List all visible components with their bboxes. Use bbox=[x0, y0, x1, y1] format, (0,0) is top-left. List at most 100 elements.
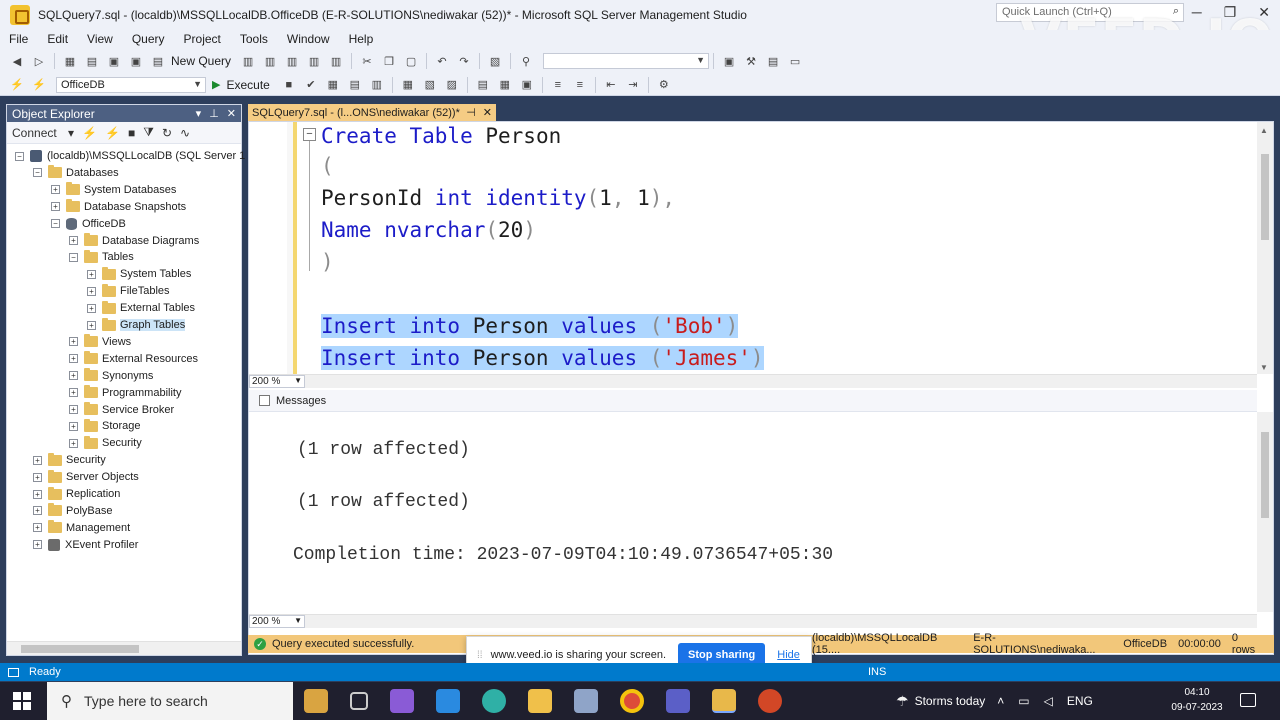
tree-node[interactable]: − Tables bbox=[69, 249, 134, 265]
database-select[interactable]: OfficeDB ▼ bbox=[56, 76, 206, 93]
query-mdx-icon[interactable]: ▥ bbox=[263, 54, 277, 68]
forward-icon[interactable]: ▷ bbox=[32, 54, 46, 68]
tree-node[interactable]: − Databases bbox=[33, 165, 119, 181]
include-plan-icon[interactable]: ▦ bbox=[401, 78, 415, 92]
expand-icon[interactable]: + bbox=[51, 185, 60, 195]
language-indicator[interactable]: ENG bbox=[1067, 694, 1093, 708]
tree-node[interactable]: + XEvent Profiler bbox=[33, 537, 138, 553]
cut-icon[interactable]: ✂ bbox=[360, 54, 374, 68]
activity-icon[interactable]: ∿ bbox=[180, 126, 190, 140]
volume-icon[interactable]: ◁ bbox=[1044, 694, 1053, 708]
results-grid-icon[interactable]: ▦ bbox=[498, 78, 512, 92]
tree-node[interactable]: + External Tables bbox=[87, 300, 195, 316]
scrollbar-thumb[interactable] bbox=[1261, 432, 1269, 518]
menu-help[interactable]: Help bbox=[349, 32, 374, 46]
tree-node[interactable]: + Database Snapshots bbox=[51, 199, 186, 215]
drag-handle-icon[interactable]: ⁞⁞ bbox=[477, 650, 483, 661]
network-app-icon[interactable] bbox=[574, 689, 598, 713]
collapse-icon[interactable]: − bbox=[69, 252, 78, 262]
collapse-icon[interactable]: − bbox=[33, 168, 42, 178]
expand-icon[interactable]: + bbox=[33, 489, 42, 499]
client-stats-icon[interactable]: ▨ bbox=[445, 78, 459, 92]
tree-node[interactable]: − OfficeDB bbox=[51, 216, 126, 232]
edge-icon[interactable] bbox=[482, 689, 506, 713]
taskbar-clock[interactable]: 04:10 09-07-2023 bbox=[1170, 685, 1224, 715]
tree-node[interactable]: + External Resources bbox=[69, 351, 198, 367]
messages-pane[interactable]: (1 row affected) (1 row affected) Comple… bbox=[249, 412, 1257, 612]
new-project-icon[interactable]: ▦ bbox=[63, 54, 77, 68]
expand-icon[interactable]: + bbox=[69, 337, 78, 347]
new-query-icon[interactable]: ▤ bbox=[151, 54, 165, 68]
copy-icon[interactable]: ❐ bbox=[382, 54, 396, 68]
vscode-icon[interactable] bbox=[436, 689, 460, 713]
filter-icon[interactable]: ⧩ bbox=[143, 125, 154, 140]
menu-window[interactable]: Window bbox=[287, 32, 330, 46]
connect-icon[interactable]: ⚡ bbox=[82, 126, 97, 140]
results-text-icon[interactable]: ▤ bbox=[476, 78, 490, 92]
pin-icon[interactable]: ⊥ bbox=[209, 107, 219, 120]
uncomment-icon[interactable]: ≡ bbox=[573, 78, 587, 92]
close-icon[interactable]: ✕ bbox=[227, 107, 236, 120]
stop-icon[interactable]: ■ bbox=[128, 126, 135, 140]
expand-icon[interactable]: + bbox=[33, 455, 42, 465]
collapse-icon[interactable]: − bbox=[15, 151, 24, 161]
chrome-icon[interactable] bbox=[620, 689, 644, 713]
scroll-up-icon[interactable]: ▲ bbox=[1260, 126, 1268, 135]
query-designer-icon[interactable]: ▤ bbox=[348, 78, 362, 92]
powerpoint-icon[interactable] bbox=[758, 689, 782, 713]
scrollbar-thumb[interactable] bbox=[1261, 154, 1269, 240]
expand-icon[interactable]: + bbox=[33, 472, 42, 482]
messages-tab[interactable]: Messages bbox=[249, 390, 1257, 412]
display-plan-icon[interactable]: ▦ bbox=[326, 78, 340, 92]
registered-servers-icon[interactable]: ▣ bbox=[722, 54, 736, 68]
network-icon[interactable]: ▭ bbox=[1018, 694, 1029, 708]
menu-query[interactable]: Query bbox=[132, 32, 165, 46]
menu-view[interactable]: View bbox=[87, 32, 113, 46]
find-combo[interactable]: ▼ bbox=[543, 53, 710, 69]
expand-icon[interactable]: + bbox=[69, 236, 78, 245]
tree-node[interactable]: + Service Broker bbox=[69, 402, 174, 418]
save-all-icon[interactable]: ▣ bbox=[129, 54, 143, 68]
tree-node[interactable]: + Views bbox=[69, 334, 131, 350]
expand-icon[interactable]: + bbox=[69, 438, 78, 448]
editor-vertical-scrollbar[interactable]: ▲ ▼ bbox=[1257, 122, 1273, 374]
tree-node[interactable]: + Synonyms bbox=[69, 368, 153, 384]
disconnect-icon[interactable]: ⚡ bbox=[105, 126, 120, 140]
expand-icon[interactable]: + bbox=[69, 354, 78, 364]
expand-icon[interactable]: + bbox=[33, 506, 42, 516]
paste-icon[interactable]: ▢ bbox=[404, 54, 418, 68]
intellisense-icon[interactable]: ▥ bbox=[370, 78, 384, 92]
expand-icon[interactable]: + bbox=[69, 388, 78, 398]
tree-node[interactable]: + Management bbox=[33, 520, 130, 536]
tree-node[interactable]: + Database Diagrams bbox=[69, 233, 199, 249]
save-icon[interactable]: ▣ bbox=[107, 54, 121, 68]
back-icon[interactable]: ◀ bbox=[10, 54, 24, 68]
expand-icon[interactable]: + bbox=[87, 269, 96, 279]
refresh-icon[interactable]: ↻ bbox=[162, 126, 172, 140]
tree-node[interactable]: + Storage bbox=[69, 418, 141, 434]
notification-icon[interactable] bbox=[1240, 693, 1256, 707]
stop-icon[interactable]: ■ bbox=[282, 78, 296, 92]
collapse-icon[interactable]: − bbox=[51, 219, 60, 229]
expand-icon[interactable]: + bbox=[51, 202, 60, 212]
code-editor[interactable]: − Create Table Person(PersonId int ident… bbox=[249, 122, 1257, 374]
redo-icon[interactable]: ↷ bbox=[457, 54, 471, 68]
menu-tools[interactable]: Tools bbox=[240, 32, 268, 46]
undo-icon[interactable]: ↶ bbox=[435, 54, 449, 68]
messages-vertical-scrollbar[interactable] bbox=[1257, 412, 1273, 612]
open-file-icon[interactable]: ▤ bbox=[85, 54, 99, 68]
parse-icon[interactable]: ✔ bbox=[304, 78, 318, 92]
change-connection-icon[interactable]: ⚡ bbox=[32, 78, 46, 92]
connect-button[interactable]: Connect ▾ bbox=[12, 126, 74, 140]
tree-node[interactable]: + System Tables bbox=[87, 266, 191, 282]
expand-icon[interactable]: + bbox=[87, 320, 96, 330]
tree-node[interactable]: + Server Objects bbox=[33, 469, 139, 485]
tree-node[interactable]: + Security bbox=[33, 452, 106, 468]
close-tab-icon[interactable]: ✕ bbox=[483, 106, 492, 119]
visual-studio-icon[interactable] bbox=[390, 689, 414, 713]
windows-start-icon[interactable] bbox=[13, 692, 31, 710]
tree-node[interactable]: + FileTables bbox=[87, 283, 170, 299]
editor-zoom-select[interactable]: 200 % ▼ bbox=[249, 375, 305, 388]
connect-icon[interactable]: ⚡ bbox=[10, 78, 24, 92]
query-dax-icon[interactable]: ▥ bbox=[329, 54, 343, 68]
